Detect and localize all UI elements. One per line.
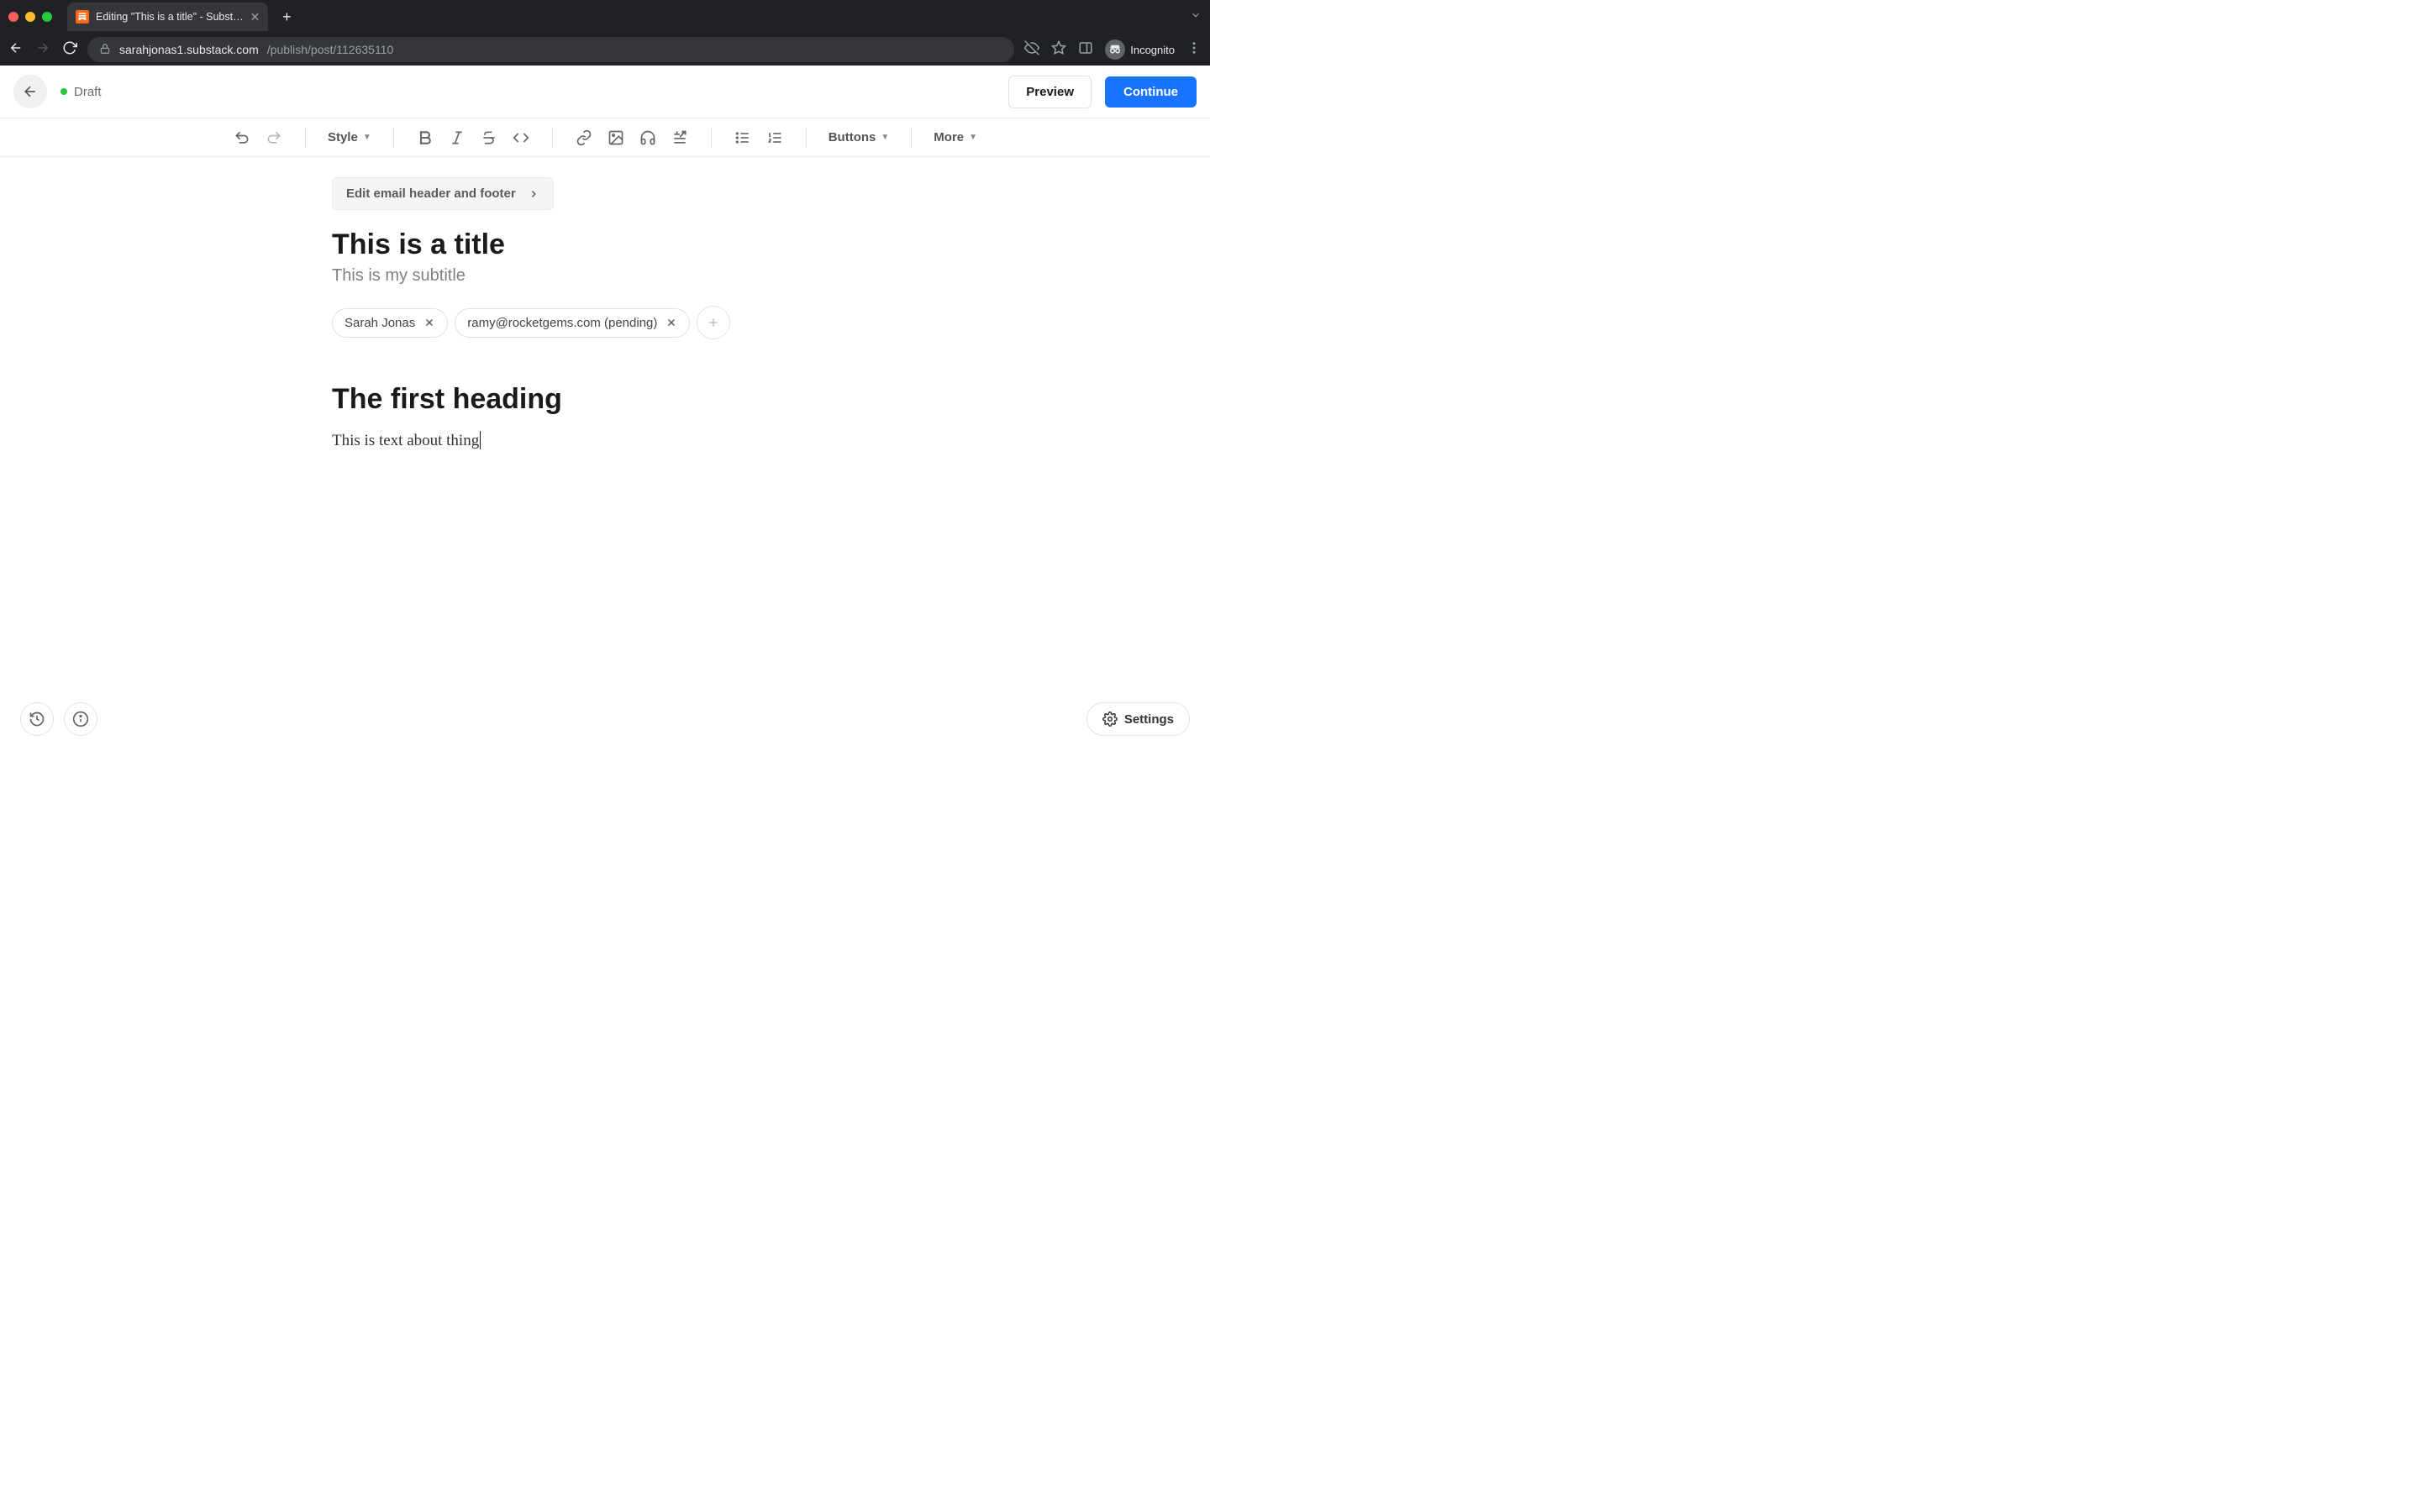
author-name: ramy@rocketgems.com (pending) [467, 316, 657, 330]
window-controls [8, 12, 52, 22]
info-button[interactable] [64, 702, 97, 736]
panel-icon[interactable] [1078, 40, 1093, 60]
insert-block-button[interactable] [666, 123, 694, 152]
author-chip[interactable]: ramy@rocketgems.com (pending) [455, 308, 690, 338]
edit-email-header-button[interactable]: Edit email header and footer [332, 177, 554, 210]
body-heading[interactable]: The first heading [332, 383, 878, 416]
bottom-right-actions: Settings [1086, 702, 1190, 736]
history-button[interactable] [20, 702, 54, 736]
status-label: Draft [74, 85, 102, 99]
body-paragraph-text: This is text about thing [332, 432, 479, 449]
draft-status: Draft [60, 85, 102, 99]
undo-button[interactable] [228, 123, 256, 152]
author-chip[interactable]: Sarah Jonas [332, 308, 448, 338]
remove-author-icon[interactable] [424, 317, 435, 328]
back-icon[interactable] [8, 40, 24, 60]
author-name: Sarah Jonas [345, 316, 415, 330]
browser-actions: Incognito [1024, 39, 1202, 60]
tabs-dropdown-icon[interactable] [1190, 9, 1202, 25]
settings-button[interactable]: Settings [1086, 702, 1190, 736]
app-header: Draft Preview Continue [0, 66, 1210, 118]
bold-button[interactable] [411, 123, 439, 152]
style-dropdown[interactable]: Style ▼ [323, 130, 376, 144]
audio-button[interactable] [634, 123, 662, 152]
url-path: /publish/post/112635110 [267, 43, 394, 56]
preview-button[interactable]: Preview [1008, 76, 1092, 108]
caret-down-icon: ▼ [363, 133, 371, 142]
url-domain: sarahjonas1.substack.com [119, 43, 259, 56]
post-subtitle-input[interactable]: This is my subtitle [332, 266, 878, 286]
close-tab-icon[interactable]: ✕ [250, 10, 260, 24]
caret-down-icon: ▼ [881, 133, 889, 142]
bottom-left-actions [20, 702, 97, 736]
bullet-list-button[interactable] [729, 123, 757, 152]
editor-toolbar: Style ▼ [0, 118, 1210, 157]
browser-tab[interactable]: Editing "This is a title" - Subst… ✕ [67, 3, 268, 31]
strikethrough-button[interactable] [475, 123, 503, 152]
close-window-icon[interactable] [8, 12, 18, 22]
continue-button[interactable]: Continue [1105, 76, 1197, 108]
forward-icon [35, 40, 50, 60]
post-title-input[interactable]: This is a title [332, 228, 878, 261]
redo-button[interactable] [260, 123, 288, 152]
nav-controls [8, 40, 77, 60]
more-dropdown[interactable]: More ▼ [929, 130, 982, 144]
add-author-button[interactable] [697, 306, 730, 339]
star-icon[interactable] [1051, 40, 1066, 60]
buttons-label: Buttons [829, 130, 876, 144]
remove-author-icon[interactable] [666, 317, 677, 328]
minimize-window-icon[interactable] [25, 12, 35, 22]
tab-strip: Editing "This is a title" - Subst… ✕ + [0, 0, 1210, 34]
tab-title: Editing "This is a title" - Subst… [96, 11, 244, 23]
new-tab-button[interactable]: + [275, 5, 298, 29]
back-button[interactable] [13, 75, 47, 108]
buttons-dropdown[interactable]: Buttons ▼ [823, 130, 895, 144]
reload-icon[interactable] [62, 40, 77, 60]
more-label: More [934, 130, 964, 144]
url-input[interactable]: sarahjonas1.substack.com/publish/post/11… [87, 37, 1014, 62]
chevron-right-icon [528, 188, 539, 200]
gear-icon [1102, 711, 1118, 727]
incognito-icon [1105, 39, 1125, 60]
browser-chrome: Editing "This is a title" - Subst… ✕ + s… [0, 0, 1210, 66]
link-button[interactable] [570, 123, 598, 152]
incognito-label: Incognito [1130, 44, 1175, 56]
maximize-window-icon[interactable] [42, 12, 52, 22]
numbered-list-button[interactable] [760, 123, 789, 152]
style-label: Style [328, 130, 358, 144]
substack-favicon-icon [76, 10, 89, 24]
author-chips: Sarah Jonas ramy@rocketgems.com (pending… [332, 306, 878, 339]
kebab-menu-icon[interactable] [1186, 40, 1202, 60]
eye-off-icon[interactable] [1024, 40, 1039, 60]
lock-icon [99, 43, 111, 57]
address-bar: sarahjonas1.substack.com/publish/post/11… [0, 34, 1210, 66]
editor-content: Edit email header and footer This is a t… [0, 157, 1210, 450]
image-button[interactable] [602, 123, 630, 152]
caret-down-icon: ▼ [969, 133, 977, 142]
text-cursor-icon [480, 431, 481, 449]
body-paragraph[interactable]: This is text about thing [332, 431, 481, 450]
status-dot-icon [60, 88, 67, 95]
code-button[interactable] [507, 123, 535, 152]
italic-button[interactable] [443, 123, 471, 152]
incognito-badge[interactable]: Incognito [1105, 39, 1175, 60]
email-header-label: Edit email header and footer [346, 186, 516, 201]
settings-label: Settings [1124, 712, 1174, 727]
